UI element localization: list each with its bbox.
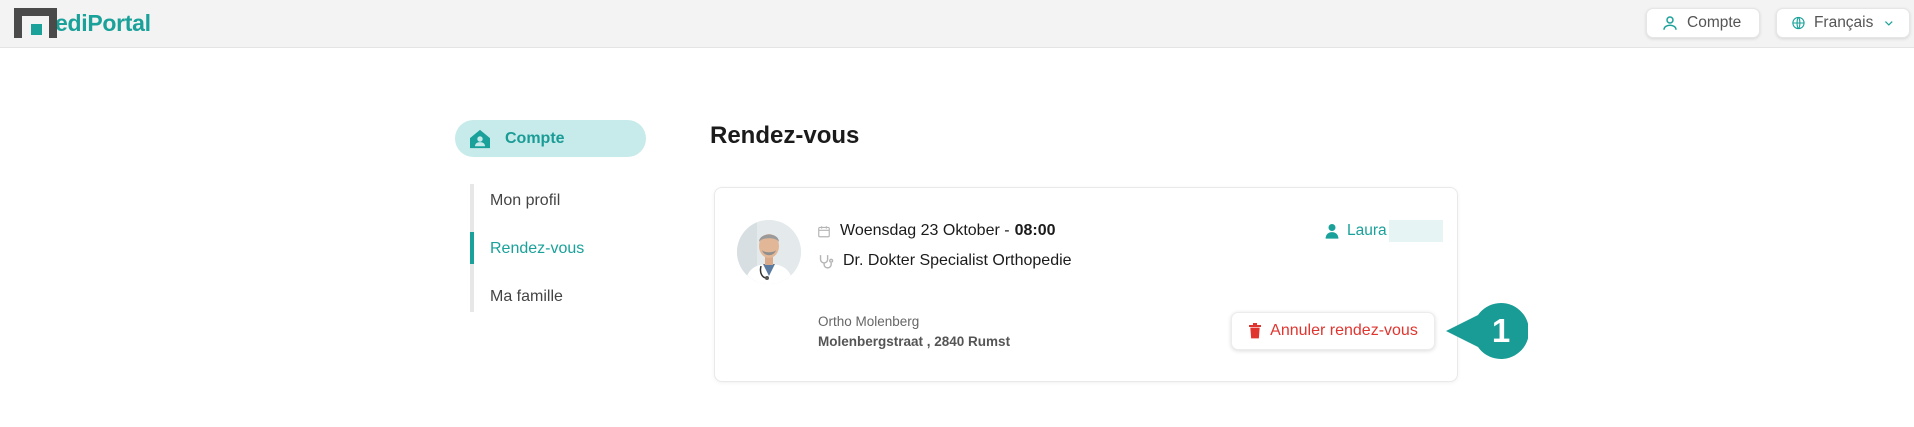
account-button[interactable]: Compte [1646,8,1760,38]
appointment-time: 08:00 [1014,222,1056,239]
appointment-card: Woensdag 23 Oktober - 08:00 Dr. Dokter S… [714,187,1458,382]
patient-link[interactable]: Laura [1325,220,1443,242]
sidebar-item-mon-profil[interactable]: Mon profil [490,192,560,210]
home-user-icon [470,129,490,148]
sidebar-header-label: Compte [505,129,565,147]
globe-icon [1792,16,1805,30]
cancel-appointment-button[interactable]: Annuler rendez-vous [1231,312,1435,350]
sidebar-item-ma-famille[interactable]: Ma famille [490,288,563,306]
doctor-name: Dr. Dokter Specialist Orthopedie [843,252,1072,269]
patient-name: Laura [1347,222,1387,239]
app-logo[interactable]: ediPortal [14,8,151,38]
appointment-date: Woensdag 23 Oktober - 08:00 [817,222,1056,240]
clinic-address: Molenbergstraat , 2840 Rumst [818,334,1011,349]
sidebar-item-rendez-vous[interactable]: Rendez-vous [490,240,584,258]
language-select[interactable]: Français [1776,8,1910,38]
stethoscope-icon [819,254,834,269]
chevron-down-icon [1885,21,1894,26]
step-callout-number: 1 [1491,312,1511,349]
page-title: Rendez-vous [710,122,860,149]
appointment-doctor: Dr. Dokter Specialist Orthopedie [817,252,1072,270]
cancel-appointment-label: Annuler rendez-vous [1270,322,1418,339]
appointment-date-text: Woensdag 23 Oktober - [840,222,1010,239]
patient-name-redacted [1388,220,1443,242]
language-select-label: Français [1813,14,1874,31]
doctor-avatar [737,220,801,284]
top-bar: ediPortal Compte Français [0,0,1914,48]
clinic-name: Ortho Molenberg [818,314,920,329]
person-icon [1325,224,1339,239]
user-icon [1663,16,1677,30]
account-button-label: Compte [1687,14,1742,31]
calendar-icon [818,225,830,237]
sidebar-header-account[interactable]: Compte [455,120,646,157]
logo-text: ediPortal [55,9,151,36]
trash-icon [1249,323,1262,339]
logo-mark-icon [14,8,57,38]
sidebar-active-indicator [470,232,474,264]
